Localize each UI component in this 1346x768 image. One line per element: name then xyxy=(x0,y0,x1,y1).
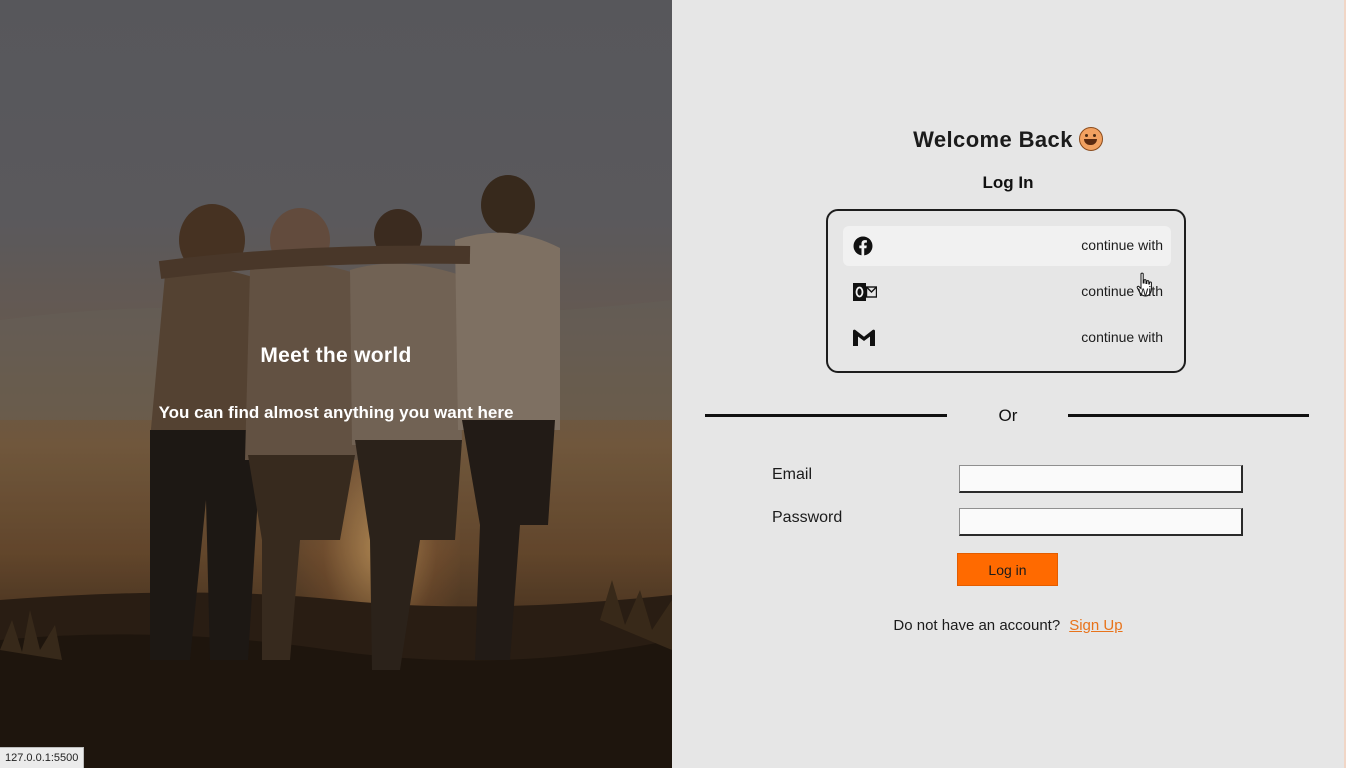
social-login-box: continue with continue with continue wit… xyxy=(826,209,1186,373)
hero-subtitle: You can find almost anything you want he… xyxy=(158,403,514,422)
continue-with-gmail-button[interactable]: continue with xyxy=(843,318,1171,358)
gmail-icon xyxy=(853,329,875,346)
hero-overlay xyxy=(0,0,672,768)
hero-panel: Meet the world You can find almost anyth… xyxy=(0,0,672,768)
divider-line-left xyxy=(705,414,947,417)
signup-row: Do not have an account? Sign Up xyxy=(672,617,1344,634)
provider-label: continue with xyxy=(1081,329,1163,345)
status-bar-url: 127.0.0.1:5500 xyxy=(0,747,85,768)
login-title: Log In xyxy=(982,173,1034,192)
continue-with-facebook-button[interactable]: continue with xyxy=(843,226,1171,297)
divider-line-right xyxy=(1068,414,1309,417)
welcome-heading: Welcome Back xyxy=(672,127,1344,153)
facebook-icon xyxy=(853,236,873,256)
divider-or-text: Or xyxy=(998,406,1018,425)
provider-label: continue with xyxy=(1081,283,1163,299)
email-label: Email xyxy=(772,466,813,483)
provider-label: continue with xyxy=(1081,237,1163,253)
signup-link[interactable]: Sign Up xyxy=(1069,617,1122,634)
outlook-icon xyxy=(853,283,877,301)
password-field[interactable] xyxy=(959,508,1243,536)
hero-title: Meet the world xyxy=(260,344,412,367)
password-label: Password xyxy=(772,509,843,526)
email-field[interactable] xyxy=(959,465,1243,493)
signup-prompt: Do not have an account? xyxy=(893,617,1061,634)
continue-with-outlook-button[interactable]: continue with xyxy=(843,272,1171,312)
grinning-face-icon xyxy=(1078,127,1103,151)
welcome-text: Welcome Back xyxy=(913,127,1073,152)
login-button[interactable]: Log in xyxy=(957,553,1058,586)
login-panel: Welcome Back Log In continue with contin… xyxy=(672,0,1344,768)
